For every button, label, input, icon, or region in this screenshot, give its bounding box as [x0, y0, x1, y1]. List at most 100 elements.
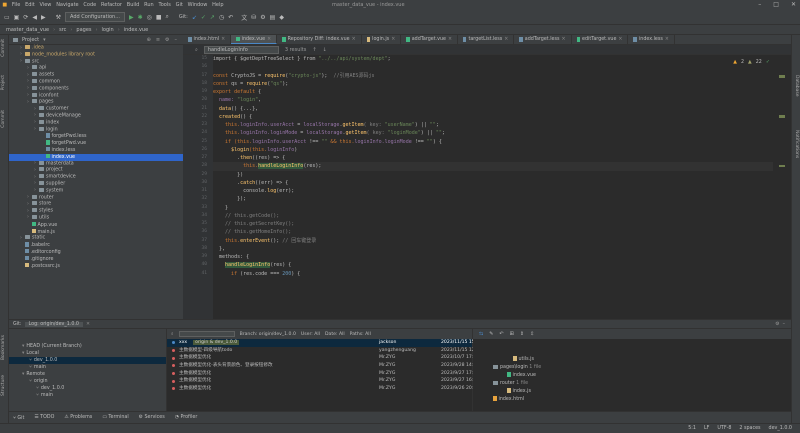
hide-icon[interactable]: – — [175, 37, 178, 43]
code-editor[interactable]: import { $getDeptTreeSelect } from "../.… — [213, 55, 773, 319]
status-item[interactable]: 5:1 — [688, 426, 696, 431]
back-icon[interactable]: ◀ — [32, 14, 37, 21]
tree-item[interactable]: › styles — [9, 208, 183, 215]
branch-item[interactable]: ⑂ origin — [9, 378, 166, 385]
tree-item[interactable]: › masterdata — [9, 160, 183, 168]
tree-item[interactable]: forgetPwd.vue — [9, 140, 183, 147]
log-search-input[interactable] — [178, 330, 235, 338]
tree-item[interactable]: › components — [9, 85, 183, 93]
git-update-icon[interactable]: ↙ — [192, 14, 197, 21]
branch-item[interactable]: ▾ HEAD (Current Branch) — [9, 343, 166, 350]
run-icon[interactable]: ▶ — [129, 14, 134, 21]
menu-item-window[interactable]: Window — [185, 2, 210, 8]
tree-item[interactable]: › customer — [9, 106, 183, 113]
branch-item[interactable]: ▾ Local — [9, 350, 166, 357]
close-icon[interactable]: ✕ — [791, 1, 796, 8]
build-icon[interactable]: ⚒ — [56, 14, 61, 21]
tree-item[interactable]: › .idea — [9, 45, 183, 52]
arrow-up-icon[interactable]: ↑ — [312, 47, 316, 53]
breadcrumb-item[interactable]: master_data_vue — [6, 27, 49, 33]
collapse-icon[interactable]: ⇳ — [530, 331, 534, 337]
project-panel-title[interactable]: Project — [22, 37, 39, 43]
tab-index-less[interactable]: index.less × — [628, 35, 675, 44]
tree-item[interactable]: › api — [9, 65, 183, 72]
breadcrumb-item[interactable]: src — [59, 27, 66, 33]
status-item[interactable]: UTF-8 — [717, 426, 731, 431]
menu-item-build[interactable]: Build — [124, 2, 141, 8]
bottom-tab-problems[interactable]: ⚠ Problems — [64, 415, 92, 420]
status-item[interactable]: 2 spaces — [739, 426, 760, 431]
tree-item[interactable]: .babelrc — [9, 242, 183, 249]
commit-row[interactable]: 主数据模型优化-表头背景颜色、登录按钮修改 Mr.ZYG 2023/9/28 14:… — [167, 362, 479, 370]
bottom-tab-todo[interactable]: ☰ TODO — [34, 415, 54, 420]
tab-addtarget-vue[interactable]: addTarget.vue × — [401, 35, 458, 44]
commit-row[interactable]: 主数据模型-四级导航todo yangzhenguang 2023/11/15 12… — [167, 347, 482, 355]
editor-scrollbar[interactable] — [773, 55, 791, 319]
collapse-icon[interactable]: ≡ — [156, 37, 160, 43]
refresh-icon[interactable]: ⟳ — [23, 14, 28, 21]
edit-icon[interactable]: ✎ — [489, 331, 493, 337]
tab-login-js[interactable]: login.js × — [362, 35, 402, 44]
branch-item[interactable]: ▾ Remote — [9, 371, 166, 378]
structure-tool-label[interactable]: Structure — [1, 375, 6, 396]
tree-item[interactable]: main.js — [9, 228, 183, 236]
git-commit-icon[interactable]: ✓ — [201, 14, 206, 21]
settings-icon[interactable]: ⚙ — [260, 14, 265, 21]
menu-item-navigate[interactable]: Navigate — [54, 2, 81, 8]
expand-icon[interactable]: ⇕ — [520, 331, 524, 337]
breadcrumb-item[interactable]: login — [102, 27, 114, 33]
commit-row[interactable]: 主数据模型优化 Mr.ZYG 2023/9/27 16:55 — [167, 377, 479, 385]
git-log-tab[interactable]: Log: origin/dev_1.0.0 — [24, 321, 83, 327]
close-icon[interactable]: × — [618, 37, 622, 42]
menu-item-edit[interactable]: Edit — [23, 2, 37, 8]
tab-edittarget-vue[interactable]: editTarget.vue × — [572, 35, 629, 44]
close-icon[interactable]: × — [504, 37, 508, 42]
menu-item-git[interactable]: Git — [173, 2, 185, 8]
branch-item[interactable]: ⑂ main — [9, 392, 166, 399]
tree-item[interactable]: › project — [9, 167, 183, 174]
menu-item-file[interactable]: File — [10, 2, 23, 8]
maximize-icon[interactable]: □ — [773, 1, 779, 8]
menu-item-run[interactable]: Run — [142, 2, 156, 8]
tab-index-html[interactable]: index.html × — [183, 35, 232, 44]
changed-file[interactable]: index.js — [507, 388, 531, 395]
coverage-icon[interactable]: ◎ — [147, 14, 152, 21]
minimize-icon[interactable]: – — [758, 1, 761, 8]
chevron-down-icon[interactable]: ▾ — [43, 37, 46, 43]
tree-item[interactable]: › pages — [9, 99, 183, 106]
tree-item[interactable]: › login — [9, 126, 183, 134]
close-icon[interactable]: × — [352, 37, 356, 42]
user-filter[interactable]: User: All — [301, 332, 320, 337]
tree-item[interactable]: forgetPwd.less — [9, 133, 183, 140]
changed-file[interactable]: index.html — [493, 396, 524, 403]
git-push-icon[interactable]: ↗ — [210, 14, 215, 21]
search-everywhere-icon[interactable]: ⌕ — [166, 13, 169, 21]
breadcrumb-item[interactable]: pages — [76, 27, 91, 33]
tree-item[interactable]: › router — [9, 194, 183, 202]
gear-icon[interactable]: ⚙ — [775, 322, 779, 327]
tree-item[interactable]: App.vue — [9, 221, 183, 229]
translate-icon[interactable]: 文 — [241, 13, 247, 22]
tree-item[interactable]: › deviceManage — [9, 112, 183, 120]
close-icon[interactable]: ✕ — [86, 322, 90, 327]
commit-row[interactable]: 主数据模型优化 Mr.ZYG 2023/9/26 20:08 — [167, 385, 479, 393]
locate-icon[interactable]: ⊕ — [147, 37, 151, 43]
tree-item[interactable]: › system — [9, 187, 183, 195]
branch-filter[interactable]: Branch: origin/dev_1.0.0 — [240, 332, 296, 337]
git-history-icon[interactable]: ◷ — [219, 14, 224, 21]
bottom-tab-terminal[interactable]: ▭ Terminal — [102, 415, 128, 420]
branch-item[interactable]: ⑂ dev_1.0.0 — [9, 357, 166, 364]
tree-item[interactable]: › store — [9, 201, 183, 208]
forward-icon[interactable]: ▶ — [41, 14, 46, 21]
commit-tool-label[interactable]: Commit — [1, 39, 6, 57]
pull-requests-tool-label[interactable]: Commit — [1, 110, 6, 128]
close-icon[interactable]: × — [561, 37, 565, 42]
plugin-icon[interactable]: ◆ — [279, 14, 284, 21]
close-icon[interactable]: × — [448, 37, 452, 42]
tree-item[interactable]: index.less — [9, 146, 183, 154]
tree-item[interactable]: › assets — [9, 72, 183, 79]
branch-item[interactable]: ⑂ dev_1.0.0 — [9, 385, 166, 392]
paths-filter[interactable]: Paths: All — [350, 332, 371, 337]
database-icon[interactable]: ⛁ — [251, 14, 256, 21]
tab-targetlist-less[interactable]: targetList.less × — [458, 35, 515, 44]
